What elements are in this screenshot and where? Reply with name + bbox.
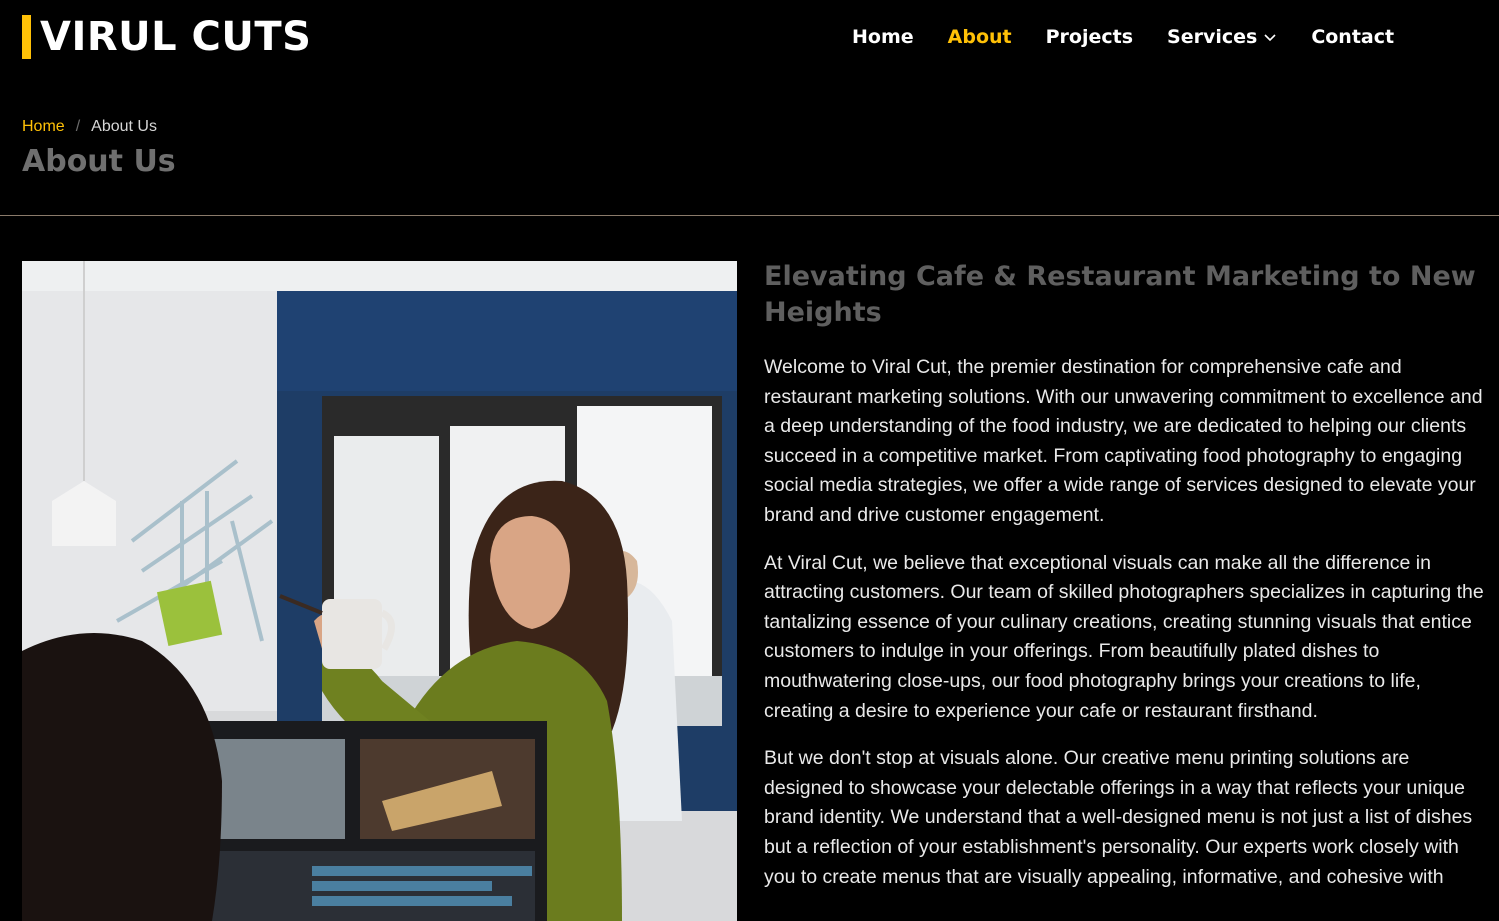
page-title: About Us [22, 144, 176, 179]
nav-contact[interactable]: Contact [1311, 26, 1394, 48]
photo-icon [22, 261, 737, 921]
logo-text: VIRUL CUTS [40, 14, 312, 60]
nav-services-label: Services [1167, 26, 1258, 48]
logo-accent-bar [22, 15, 31, 59]
nav-services[interactable]: Services [1167, 26, 1277, 48]
breadcrumb: Home / About Us [22, 118, 157, 136]
about-heading: Elevating Cafe & Restaurant Marketing to… [764, 261, 1476, 328]
about-content: Elevating Cafe & Restaurant Marketing to… [764, 259, 1486, 910]
about-paragraph-2: At Viral Cut, we believe that exceptiona… [764, 551, 1484, 722]
logo[interactable]: VIRUL CUTS [22, 15, 311, 59]
nav-home[interactable]: Home [852, 26, 914, 48]
breadcrumb-separator: / [75, 118, 81, 135]
nav-about[interactable]: About [948, 26, 1012, 48]
about-photo [22, 261, 737, 921]
about-paragraph-1: Welcome to Viral Cut, the premier destin… [764, 356, 1483, 526]
about-paragraph-3: But we don't stop at visuals alone. Our … [764, 747, 1473, 888]
breadcrumb-home-link[interactable]: Home [22, 118, 65, 136]
site-header: VIRUL CUTS Home About Projects Services … [0, 0, 1499, 80]
breadcrumb-current: About Us [91, 118, 157, 135]
page-title-band: Home / About Us About Us [0, 80, 1499, 216]
nav-projects[interactable]: Projects [1046, 26, 1133, 48]
main-nav: Home About Projects Services Contact [852, 22, 1394, 52]
chevron-down-icon [1264, 34, 1276, 42]
